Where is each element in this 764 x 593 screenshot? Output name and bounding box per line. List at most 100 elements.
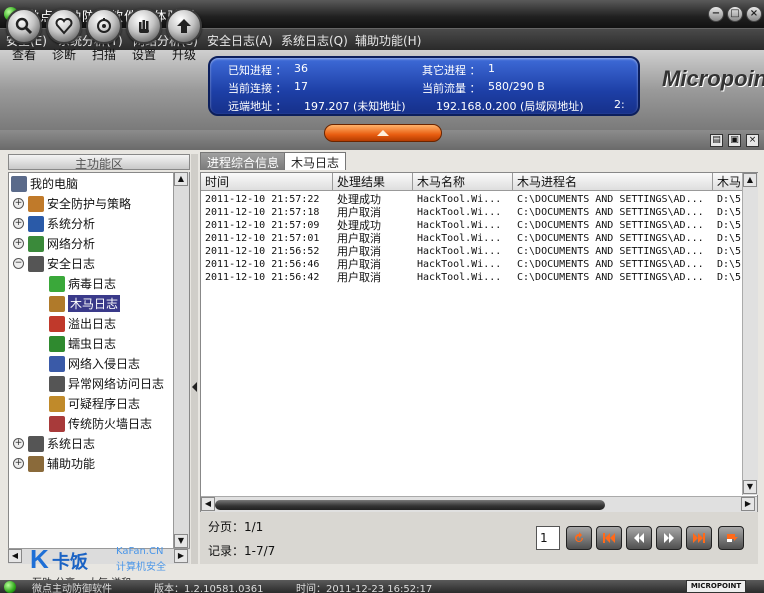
table-row[interactable]: 2011-12-10 21:57:09 处理成功 HackTool.Wi... C:\…: [201, 219, 757, 232]
panel-splitter[interactable]: [191, 154, 198, 564]
panel-layout-button[interactable]: ▤: [710, 134, 723, 147]
sidebar-tree: 我的电脑 + 安全防护与策略 + 系统分析 + 网络分析 − 安全日志 病毒日志 木马日志 溢出日志蠕…: [8, 172, 190, 564]
table-cell: 2011-12-10 21:57:22: [205, 194, 320, 205]
sidebar-item[interactable]: + 辅助功能: [13, 454, 95, 473]
sidebar-item[interactable]: 蠕虫日志: [49, 334, 116, 353]
sidebar-item[interactable]: 网络入侵日志: [49, 354, 140, 373]
sidebar-item[interactable]: + 系统分析: [13, 214, 95, 233]
view-button[interactable]: 查看: [2, 8, 46, 70]
table-row[interactable]: 2011-12-10 21:57:18 用户取消 HackTool.Wi... C:\…: [201, 206, 757, 219]
virus-icon: [49, 275, 65, 292]
expand-icon[interactable]: +: [13, 438, 24, 449]
collapse-icon[interactable]: −: [13, 258, 24, 269]
scroll-up-icon[interactable]: ▲: [743, 173, 757, 187]
sidebar-item[interactable]: 溢出日志: [49, 314, 116, 333]
view-label: 查看: [11, 48, 36, 62]
menu-system-log[interactable]: 系统日志(Q): [281, 32, 348, 49]
scroll-left-icon[interactable]: ◀: [201, 497, 215, 511]
sidebar-vertical-scrollbar[interactable]: ▲ ▼: [173, 172, 189, 548]
column-result[interactable]: 处理结果: [333, 173, 413, 191]
table-cell: 2011-12-10 21:57:09: [205, 220, 320, 231]
menu-assist[interactable]: 辅助功能(H): [355, 32, 421, 49]
scroll-down-icon[interactable]: ▼: [743, 480, 757, 494]
table-cell: HackTool.Wi...: [417, 220, 502, 231]
scroll-left-icon[interactable]: ◀: [8, 549, 22, 563]
kafan-cn-text: 卡饭: [52, 552, 88, 573]
table-row[interactable]: 2011-12-10 21:56:42 用户取消 HackTool.Wi... C:\…: [201, 271, 757, 284]
diagnose-button[interactable]: 诊断: [42, 8, 86, 70]
column-time[interactable]: 时间: [201, 173, 333, 191]
table-cell: 2011-12-10 21:57:18: [205, 207, 320, 218]
settings-label: 设置: [131, 48, 156, 62]
status-micropoint-logo: MICROPOINT: [686, 580, 746, 593]
panel-close-button[interactable]: ×: [746, 134, 759, 147]
heart-pulse-icon: [46, 8, 82, 44]
panel-restore-button[interactable]: ▣: [728, 134, 741, 147]
kafan-k-logo: K: [30, 544, 49, 574]
table-row[interactable]: 2011-12-10 21:57:01 用户取消 HackTool.Wi... C:\…: [201, 232, 757, 245]
column-trojan-process[interactable]: 木马进程名: [513, 173, 713, 191]
table-cell: 2011-12-10 21:56:46: [205, 259, 320, 270]
upgrade-button[interactable]: 升级: [162, 8, 206, 70]
sidebar-item-label: 网络入侵日志: [68, 357, 141, 371]
expand-icon[interactable]: +: [13, 198, 24, 209]
scroll-thumb[interactable]: [215, 500, 605, 510]
sidebar-item[interactable]: − 安全日志: [13, 254, 95, 273]
table-row[interactable]: 2011-12-10 21:56:52 用户取消 HackTool.Wi... C:\…: [201, 245, 757, 258]
known-process-value: 36: [294, 62, 308, 75]
table-cell: C:\DOCUMENTS AND SETTINGS\AD...: [517, 194, 704, 205]
table-row[interactable]: 2011-12-10 21:57:22 处理成功 HackTool.Wi... C:\…: [201, 193, 757, 206]
status-version: 版本：1.2.10581.0361: [154, 584, 264, 593]
sidebar-item-label: 异常网络访问日志: [68, 377, 165, 391]
menu-security-log[interactable]: 安全日志(A): [207, 32, 273, 49]
page-number-input[interactable]: 1: [536, 526, 560, 550]
remote-address-value: 197.207 (未知地址): [304, 100, 406, 113]
column-trojan-name[interactable]: 木马名称: [413, 173, 513, 191]
minimize-button[interactable]: −: [708, 6, 724, 22]
expand-icon[interactable]: +: [13, 238, 24, 249]
sidebar-item[interactable]: 异常网络访问日志: [49, 374, 164, 393]
table-cell: 用户取消: [337, 258, 381, 271]
maximize-button[interactable]: □: [727, 6, 743, 22]
table-row[interactable]: 2011-12-10 21:56:46 用户取消 HackTool.Wi... C:\…: [201, 258, 757, 271]
expand-icon[interactable]: +: [13, 218, 24, 229]
export-icon: [727, 534, 738, 542]
scan-icon: [86, 8, 122, 44]
sidebar-item[interactable]: 可疑程序日志: [49, 394, 140, 413]
worm-icon: [49, 335, 65, 352]
export-button[interactable]: [718, 526, 744, 550]
collapse-left-icon[interactable]: [192, 382, 197, 392]
last-page-button[interactable]: [686, 526, 712, 550]
scan-button[interactable]: 扫描: [82, 8, 126, 70]
expand-icon[interactable]: +: [13, 458, 24, 469]
refresh-button[interactable]: [566, 526, 592, 550]
settings-button[interactable]: 设置: [122, 8, 166, 70]
scroll-up-icon[interactable]: ▲: [174, 172, 188, 186]
diagnose-label: 诊断: [51, 48, 76, 62]
table-cell: C:\DOCUMENTS AND SETTINGS\AD...: [517, 233, 704, 244]
sidebar-item[interactable]: + 系统日志: [13, 434, 95, 453]
scroll-right-icon[interactable]: ▶: [741, 497, 755, 511]
suspicious-program-icon: [49, 395, 65, 412]
table-horizontal-scrollbar[interactable]: ◀ ▶: [201, 496, 757, 512]
tab-process-info[interactable]: 进程综合信息: [200, 152, 287, 170]
sidebar-item[interactable]: 木马日志: [49, 294, 121, 313]
kafan-watermark: K 卡饭 KaFan.CN 计算机安全 互助 分享 大气 谦和: [30, 544, 180, 589]
system-log-icon: [28, 435, 44, 452]
record-info: 记录：1-7/7: [208, 544, 276, 558]
tab-trojan-log[interactable]: 木马日志: [284, 152, 347, 170]
collapse-toolbar-button[interactable]: [324, 124, 442, 142]
network-analysis-icon: [28, 235, 44, 252]
sidebar-item[interactable]: 传统防火墙日志: [49, 414, 152, 433]
sidebar-item[interactable]: + 安全防护与策略: [13, 194, 131, 213]
sidebar-item[interactable]: 病毒日志: [49, 274, 116, 293]
sidebar-item[interactable]: 我的电脑: [11, 174, 78, 193]
table-vertical-scrollbar[interactable]: ▲ ▼: [742, 173, 758, 495]
first-page-button[interactable]: [596, 526, 622, 550]
close-button[interactable]: ×: [746, 6, 762, 22]
table-cell: 用户取消: [337, 245, 381, 258]
prev-page-button[interactable]: [626, 526, 652, 550]
firewall-icon: [49, 415, 65, 432]
sidebar-item[interactable]: + 网络分析: [13, 234, 95, 253]
next-page-button[interactable]: [656, 526, 682, 550]
